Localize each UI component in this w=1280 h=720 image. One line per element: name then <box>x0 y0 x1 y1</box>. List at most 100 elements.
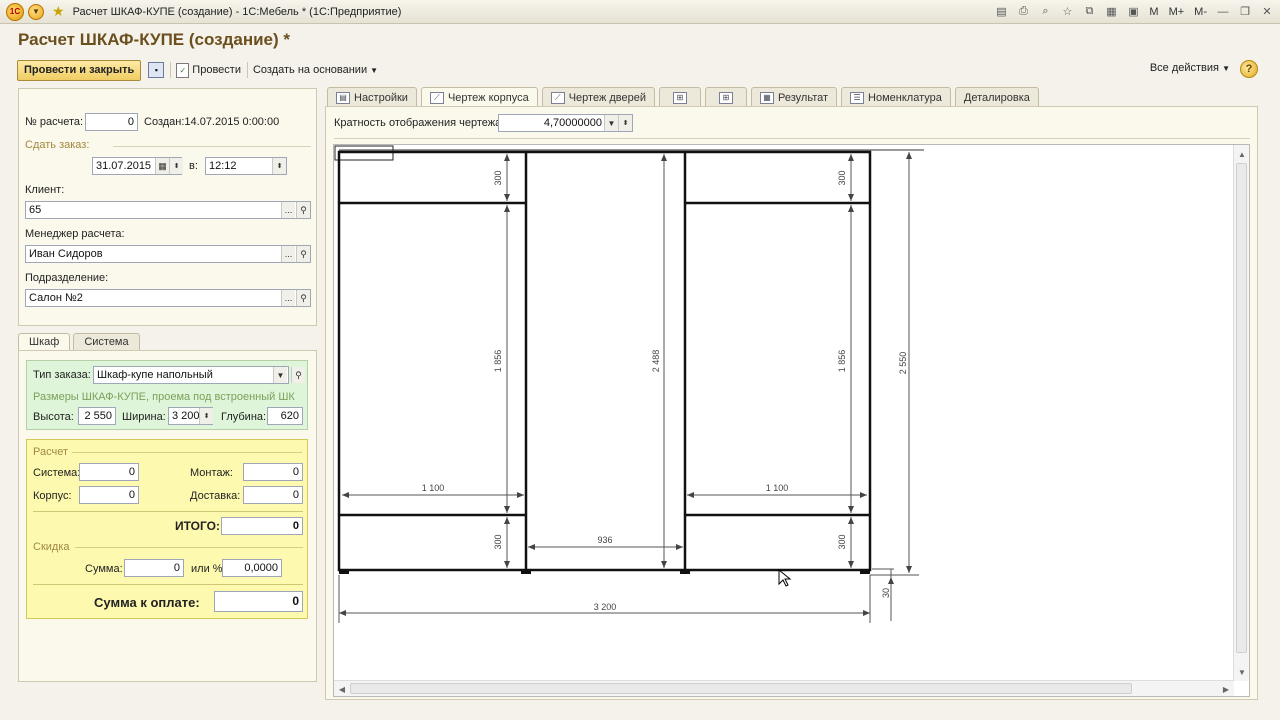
time-spinner-icon[interactable]: ⬍ <box>272 158 286 174</box>
link-icon[interactable]: ⧉ <box>1080 3 1098 20</box>
save-disk-icon[interactable]: ▪ <box>148 62 165 78</box>
manager-field[interactable]: Иван Сидоров <box>25 245 311 263</box>
post-button[interactable]: ✓ Провести <box>176 62 241 78</box>
preview-icon[interactable]: ⌕ <box>1036 3 1054 20</box>
system-cost-field[interactable]: 0 <box>79 463 139 481</box>
sizes-label: Размеры ШКАФ-КУПЕ, проема под встроенный… <box>33 391 295 403</box>
manager-select-button[interactable]: ... <box>281 246 295 262</box>
calc-number-label: № расчета: <box>25 116 84 128</box>
created-date-text: Создан:14.07.2015 0:00:00 <box>144 116 280 128</box>
dim-label-center-height: 2 488 <box>651 350 661 373</box>
client-select-button[interactable]: ... <box>281 202 295 218</box>
tab-system[interactable]: Система <box>73 333 140 351</box>
deliver-date-value: 31.07.2015 <box>96 160 152 172</box>
all-actions-menu[interactable]: Все действия ▼ <box>1150 62 1230 74</box>
dim-label-middle-width: 936 <box>597 535 612 545</box>
delivery-cost-field[interactable]: 0 <box>243 486 303 504</box>
tab-detailing[interactable]: Деталировка <box>954 87 1039 107</box>
help-button[interactable]: ? <box>1240 60 1258 78</box>
manager-search-icon[interactable]: ⚲ <box>296 246 310 262</box>
discount-sum-label: Сумма: <box>85 563 123 575</box>
horizontal-scrollbar[interactable]: ◀ ▶ <box>334 680 1234 696</box>
drawing-icon: ⟋ <box>429 92 444 104</box>
post-document-icon: ✓ <box>176 62 190 78</box>
mouse-cursor-icon <box>778 568 792 587</box>
discount-percent-field[interactable]: 0,0000 <box>222 559 282 577</box>
order-type-search-icon[interactable]: ⚲ <box>291 367 305 383</box>
settings-icon: ▤ <box>336 91 350 104</box>
amount-to-pay-field[interactable]: 0 <box>214 591 303 612</box>
order-type-select[interactable]: Шкаф-купе напольный <box>93 366 289 384</box>
section-divider <box>334 138 1250 139</box>
post-button-label: Провести <box>192 64 241 76</box>
print-icon[interactable]: ⎙ <box>1014 3 1032 20</box>
division-select-button[interactable]: ... <box>281 290 295 306</box>
scale-spinner-icon[interactable]: ⬍ <box>618 115 632 131</box>
depth-label: Глубина: <box>221 411 267 423</box>
scale-label: Кратность отображения чертежа: <box>334 117 505 129</box>
division-search-icon[interactable]: ⚲ <box>296 290 310 306</box>
mount-cost-field[interactable]: 0 <box>243 463 303 481</box>
deliver-order-label: Сдать заказ: <box>25 139 90 151</box>
vertical-scrollbar[interactable]: ▲ ▼ <box>1233 145 1249 681</box>
favorite-star-icon[interactable]: ★ <box>52 3 65 20</box>
dim-label-mid-left: 1 856 <box>493 350 503 373</box>
calendar-picker-icon[interactable]: ▦ <box>155 158 169 174</box>
app-logo-icon[interactable]: 1С <box>6 2 24 21</box>
scroll-up-icon[interactable]: ▲ <box>1235 147 1249 161</box>
tab-layout-2[interactable]: ⊞ <box>705 87 748 107</box>
tab-body-drawing[interactable]: ⟋ Чертеж корпуса <box>420 87 538 108</box>
drawing-icon: ⟋ <box>550 91 565 104</box>
amount-to-pay-label: Сумма к оплате: <box>94 595 200 610</box>
body-cost-field[interactable]: 0 <box>79 486 139 504</box>
memory-minus-button[interactable]: M- <box>1191 3 1210 20</box>
calculator-icon[interactable]: ▦ <box>1102 3 1120 20</box>
horizontal-scroll-thumb[interactable] <box>350 683 1132 694</box>
depth-field[interactable]: 620 <box>267 407 303 425</box>
scroll-right-icon[interactable]: ▶ <box>1219 682 1233 696</box>
minimize-icon[interactable]: — <box>1214 3 1232 20</box>
scroll-down-icon[interactable]: ▼ <box>1235 665 1249 679</box>
vertical-scroll-thumb[interactable] <box>1236 163 1247 653</box>
division-field[interactable]: Салон №2 <box>25 289 311 307</box>
favorite-icon[interactable]: ☆ <box>1058 3 1076 20</box>
client-label: Клиент: <box>25 184 65 196</box>
memory-m-button[interactable]: M <box>1146 3 1161 20</box>
system-cost-label: Система: <box>33 467 81 479</box>
dim-label-left-shelf: 1 100 <box>422 483 445 493</box>
tab-result[interactable]: ▦ Результат <box>751 87 838 107</box>
tab-layout-1[interactable]: ⊞ <box>659 87 702 107</box>
restore-icon[interactable]: ❐ <box>1236 3 1254 20</box>
height-field[interactable]: 2 550 <box>78 407 116 425</box>
width-spinner-icon[interactable]: ⬍ <box>199 408 213 424</box>
client-search-icon[interactable]: ⚲ <box>296 202 310 218</box>
memory-plus-button[interactable]: M+ <box>1166 3 1188 20</box>
section-divider <box>113 146 311 147</box>
main-menu-dropdown-icon[interactable]: ▼ <box>28 3 44 20</box>
calendar-icon[interactable]: ▣ <box>1124 3 1142 20</box>
scroll-left-icon[interactable]: ◀ <box>335 682 349 696</box>
save-icon[interactable]: ▤ <box>992 3 1010 20</box>
foot <box>339 569 349 574</box>
close-icon[interactable]: ✕ <box>1258 3 1276 20</box>
calc-number-field[interactable]: 0 <box>85 113 138 131</box>
date-spinner-icon[interactable]: ⬍ <box>169 158 183 174</box>
client-field[interactable]: 65 <box>25 201 311 219</box>
list-icon: ☰ <box>850 91 865 104</box>
dim-label-top-left: 300 <box>493 170 503 185</box>
foot <box>521 569 531 574</box>
division-label: Подразделение: <box>25 272 109 284</box>
create-based-on-button[interactable]: Создать на основании ▼ <box>253 64 378 76</box>
tab-body-drawing-label: Чертеж корпуса <box>447 92 529 104</box>
order-type-dropdown-icon[interactable]: ▼ <box>273 367 287 383</box>
height-label: Высота: <box>33 411 74 423</box>
post-and-close-button[interactable]: Провести и закрыть <box>17 59 142 81</box>
window-title: Расчет ШКАФ-КУПЕ (создание) - 1С:Мебель … <box>72 5 402 18</box>
total-field[interactable]: 0 <box>221 517 303 535</box>
scale-dropdown-icon[interactable]: ▼ <box>604 115 618 131</box>
tab-settings[interactable]: ▤ Настройки <box>327 87 417 107</box>
tab-nomenclature[interactable]: ☰ Номенклатура <box>841 87 951 107</box>
discount-sum-field[interactable]: 0 <box>124 559 184 577</box>
tab-door-drawing[interactable]: ⟋ Чертеж дверей <box>541 87 656 107</box>
drawing-canvas[interactable]: 300 1 856 300 2 488 300 1 856 300 2 550 … <box>333 144 1250 697</box>
